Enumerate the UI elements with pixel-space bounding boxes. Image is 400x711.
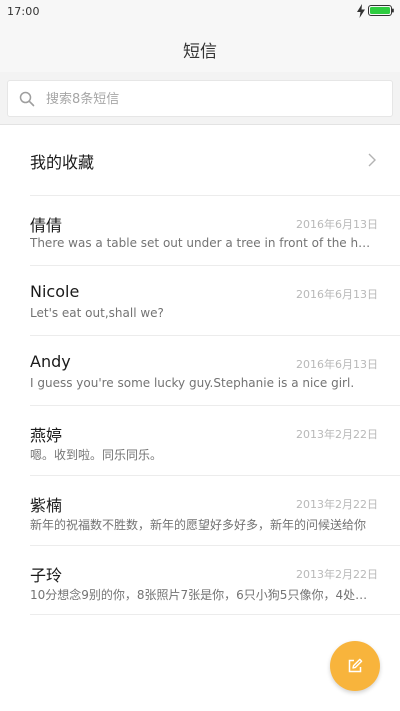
message-preview: 10分想念9别的你，8张照片7张是你，6只小狗5只像你，4处找你 <box>30 588 376 602</box>
contact-name: 子玲 <box>30 566 63 585</box>
message-date: 2016年6月13日 <box>296 358 378 371</box>
compose-button[interactable] <box>330 641 380 691</box>
favorites-item[interactable]: 我的收藏 <box>0 125 400 195</box>
search-bar-area <box>0 72 400 124</box>
message-preview: I guess you're some lucky guy.Stephanie … <box>30 376 355 390</box>
conversation-item[interactable]: 子玲 2013年2月22日 10分想念9别的你，8张照片7张是你，6只小狗5只像… <box>0 546 400 616</box>
status-bar: 17:00 <box>0 0 400 24</box>
bolt-icon <box>357 4 365 18</box>
battery-icon <box>368 5 394 16</box>
search-input[interactable] <box>46 87 376 111</box>
compose-icon <box>348 658 363 673</box>
search-box[interactable] <box>7 80 393 117</box>
contact-name: 燕婷 <box>30 426 63 445</box>
messages-screen: 17:00 短信 我的收藏 倩倩 2016年6月13日 Ther <box>0 0 400 711</box>
contact-name: 紫楠 <box>30 496 63 515</box>
search-icon <box>19 91 35 107</box>
message-preview: Let's eat out,shall we? <box>30 306 164 320</box>
message-preview: There was a table set out under a tree i… <box>30 236 376 250</box>
contact-name: 倩倩 <box>30 216 63 235</box>
chevron-right-icon <box>368 153 376 167</box>
message-date: 2013年2月22日 <box>296 568 378 581</box>
message-preview: 新年的祝福数不胜数，新年的愿望好多好多，新年的问候送给你 <box>30 518 367 532</box>
conversation-item[interactable]: Nicole 2016年6月13日 Let's eat out,shall we… <box>0 266 400 336</box>
conversation-item[interactable]: Andy 2016年6月13日 I guess you're some luck… <box>0 336 400 406</box>
message-date: 2013年2月22日 <box>296 428 378 441</box>
message-date: 2013年2月22日 <box>296 498 378 511</box>
favorites-label: 我的收藏 <box>30 153 95 172</box>
status-time: 17:00 <box>7 5 40 18</box>
message-date: 2016年6月13日 <box>296 218 378 231</box>
message-date: 2016年6月13日 <box>296 288 378 301</box>
app-header: 短信 <box>0 24 400 72</box>
conversation-item[interactable]: 燕婷 2013年2月22日 嗯。收到啦。同乐同乐。 <box>0 406 400 476</box>
conversation-item[interactable]: 倩倩 2016年6月13日 There was a table set out … <box>0 196 400 266</box>
message-preview: 嗯。收到啦。同乐同乐。 <box>30 448 163 462</box>
conversation-item[interactable]: 紫楠 2013年2月22日 新年的祝福数不胜数，新年的愿望好多好多，新年的问候送… <box>0 476 400 546</box>
contact-name: Nicole <box>30 282 80 301</box>
page-title: 短信 <box>183 42 217 62</box>
contact-name: Andy <box>30 352 71 371</box>
